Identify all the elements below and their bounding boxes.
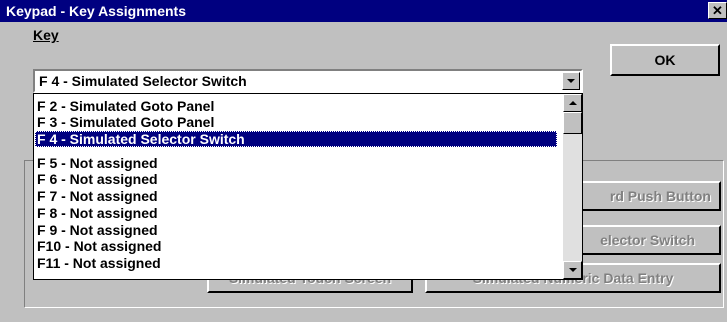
title-bar[interactable]: Keypad - Key Assignments ✕ [0, 0, 727, 22]
list-item[interactable]: F10 - Not assigned [35, 238, 557, 254]
ok-button[interactable]: OK [610, 44, 720, 76]
list-item[interactable]: F 7 - Not assigned [35, 188, 557, 204]
scroll-thumb[interactable] [563, 112, 582, 134]
dialog-window: Keypad - Key Assignments ✕ Key OK F 4 - … [0, 0, 727, 322]
scroll-up-button[interactable] [563, 94, 582, 112]
combobox-value: F 4 - Simulated Selector Switch [39, 73, 247, 89]
list-item[interactable]: F 3 - Simulated Goto Panel [35, 114, 557, 130]
scroll-down-button[interactable] [563, 261, 582, 279]
key-combobox[interactable]: F 4 - Simulated Selector Switch [33, 69, 583, 93]
chevron-down-icon [569, 268, 577, 272]
key-label: Key [33, 27, 59, 43]
list-item[interactable]: F11 - Not assigned [35, 255, 557, 271]
chevron-down-icon [567, 79, 575, 83]
key-dropdown-list[interactable]: F 2 - Simulated Goto Panel F 3 - Simulat… [33, 93, 583, 280]
close-icon: ✕ [712, 3, 723, 18]
list-item[interactable]: F 8 - Not assigned [35, 205, 557, 221]
vertical-scrollbar[interactable] [563, 94, 582, 279]
combobox-dropdown-button[interactable] [562, 72, 580, 90]
list-item[interactable]: F 5 - Not assigned [35, 155, 557, 171]
window-title: Keypad - Key Assignments [6, 3, 186, 19]
close-button[interactable]: ✕ [708, 2, 727, 19]
list-item[interactable]: F 2 - Simulated Goto Panel [35, 98, 557, 114]
chevron-up-icon [569, 101, 577, 105]
key-label-text: Key [33, 27, 59, 43]
list-item[interactable]: F 9 - Not assigned [35, 222, 557, 238]
list-item-selected[interactable]: F 4 - Simulated Selector Switch [35, 131, 557, 147]
list-item[interactable]: F 6 - Not assigned [35, 171, 557, 187]
